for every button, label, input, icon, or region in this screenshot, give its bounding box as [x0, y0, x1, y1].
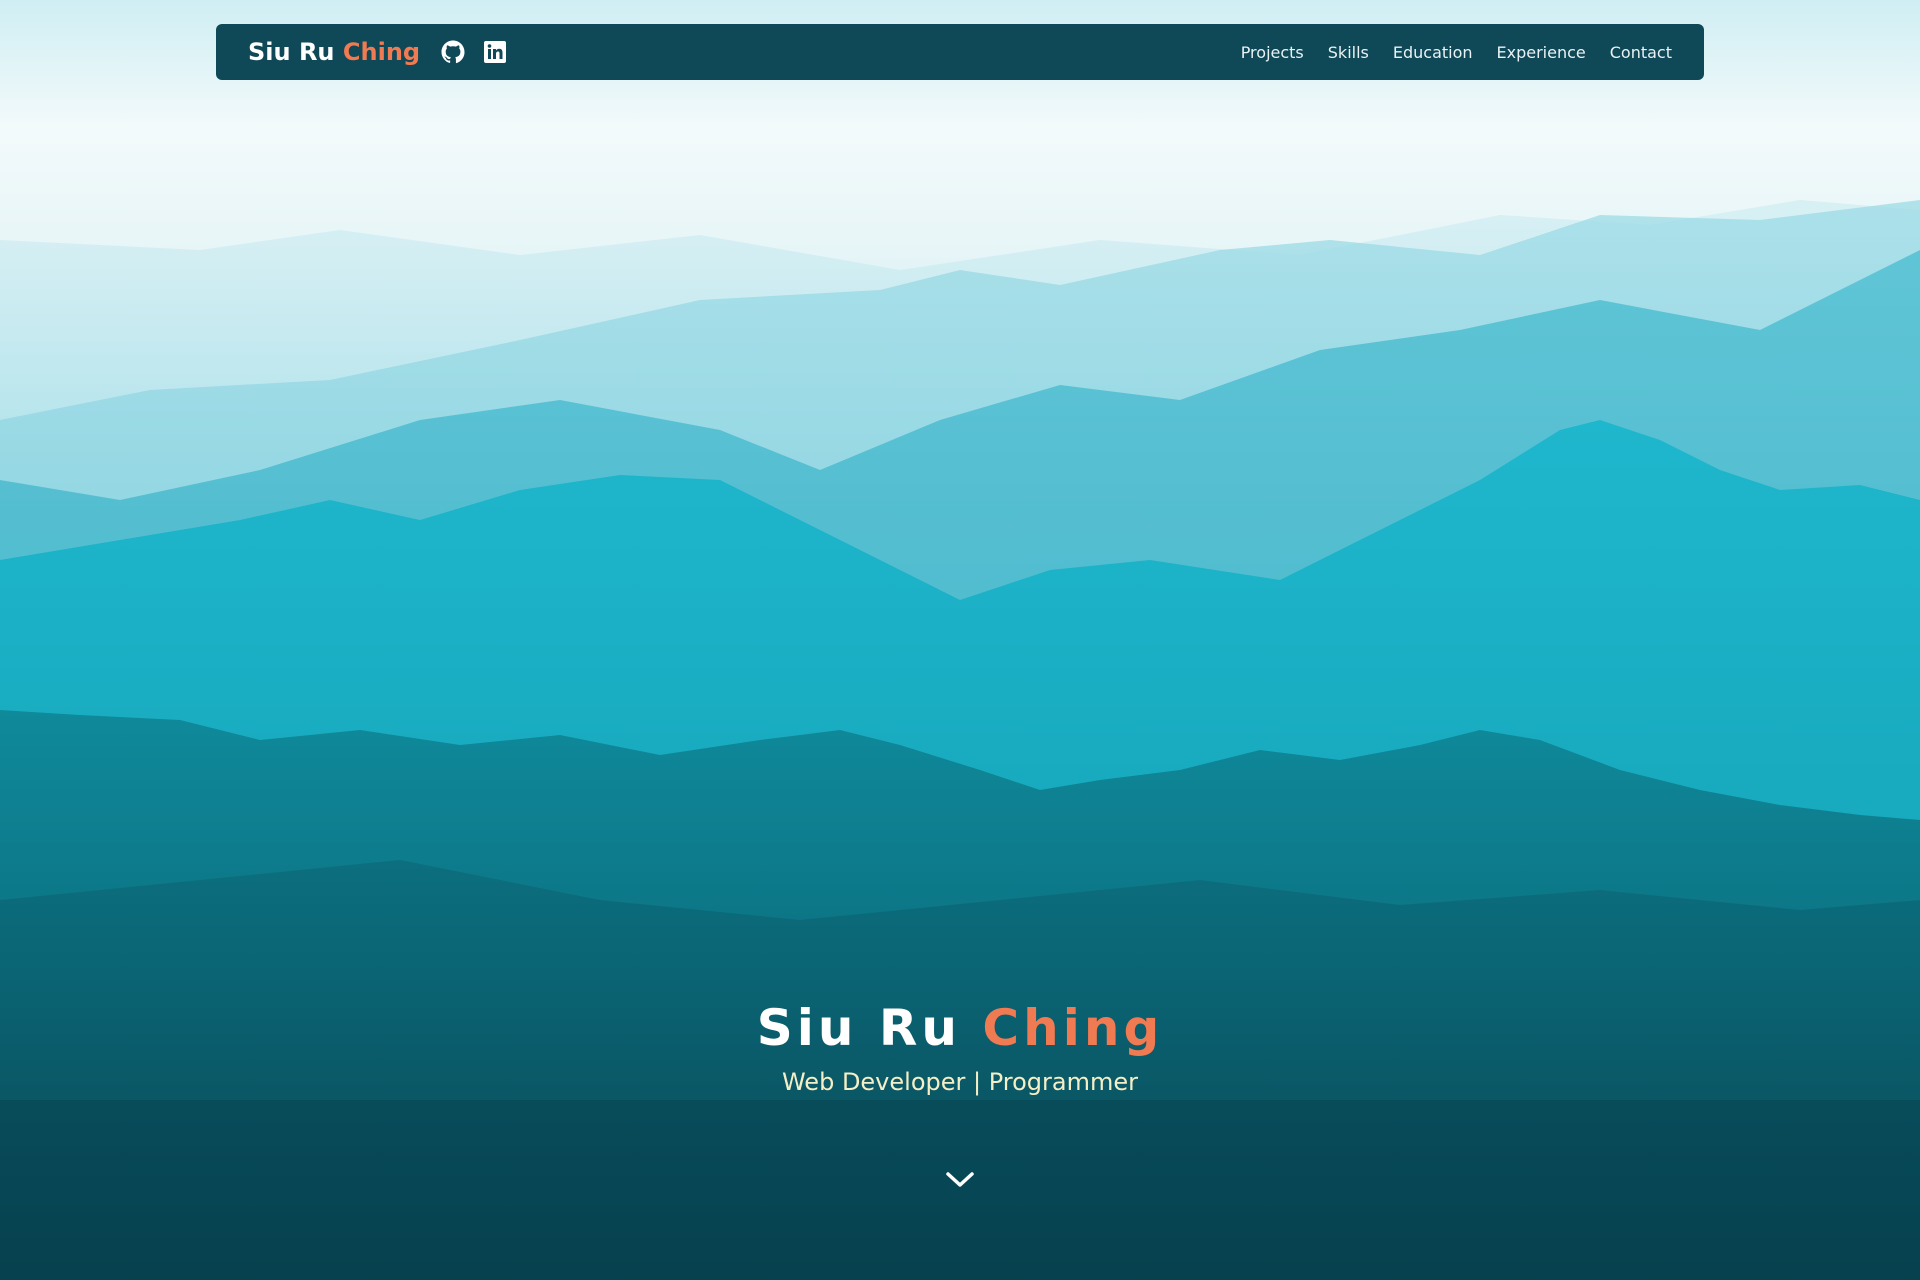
scroll-down-button[interactable]: [942, 1166, 978, 1194]
social-links: [440, 39, 524, 65]
nav-link-projects[interactable]: Projects: [1241, 43, 1304, 62]
github-link[interactable]: [440, 39, 466, 65]
brand-first-name: Siu Ru: [248, 38, 335, 66]
hero-title-accent: Ching: [982, 999, 1164, 1057]
brand-logo[interactable]: Siu Ru Ching: [248, 38, 420, 66]
hero-title: Siu Ru Ching: [0, 996, 1920, 1060]
hero-title-first: Siu Ru: [756, 999, 961, 1057]
nav-link-experience[interactable]: Experience: [1497, 43, 1586, 62]
linkedin-link[interactable]: [482, 39, 508, 65]
hero-section: Siu Ru Ching Web Developer | Programmer: [0, 996, 1920, 1098]
brand-last-name: Ching: [342, 38, 421, 66]
nav-link-contact[interactable]: Contact: [1610, 43, 1672, 62]
nav-link-skills[interactable]: Skills: [1328, 43, 1369, 62]
navbar: Siu Ru Ching Projects Skills Education E…: [216, 24, 1704, 80]
chevron-down-icon: [946, 1172, 974, 1187]
github-icon: [441, 40, 465, 64]
hero-subtitle: Web Developer | Programmer: [781, 1068, 1138, 1096]
nav-links: Projects Skills Education Experience Con…: [1217, 43, 1672, 62]
nav-link-education[interactable]: Education: [1393, 43, 1473, 62]
linkedin-icon: [484, 41, 507, 63]
